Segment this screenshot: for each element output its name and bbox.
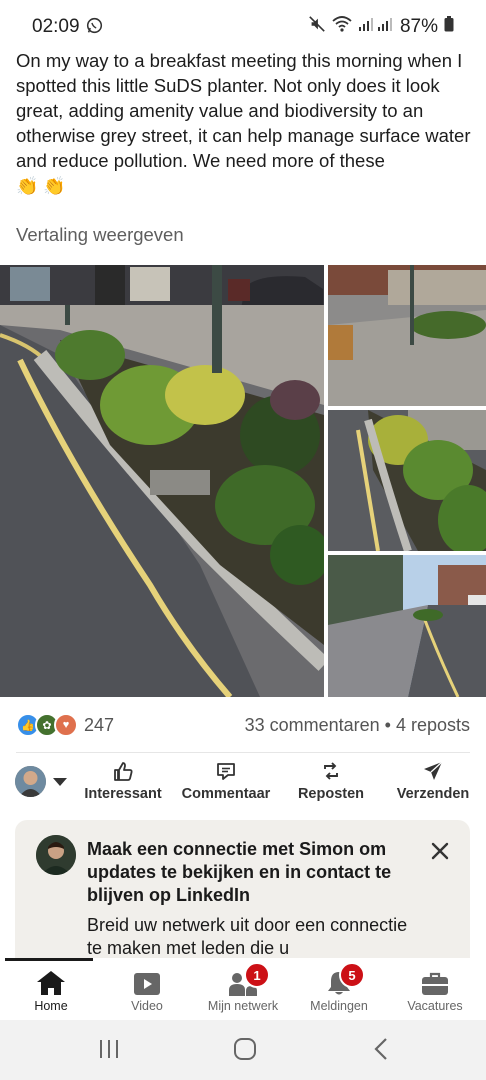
wifi-icon bbox=[332, 15, 352, 39]
comments-reposts-stats[interactable]: 33 commentaren • 4 reposts bbox=[245, 715, 470, 736]
send-button[interactable]: Verzenden bbox=[390, 760, 476, 802]
video-icon bbox=[99, 968, 195, 996]
photo-4[interactable] bbox=[328, 555, 486, 697]
like-button[interactable]: Interessant bbox=[80, 760, 166, 802]
bell-icon: 5 bbox=[291, 962, 387, 996]
like-icon bbox=[80, 760, 166, 782]
reactions-summary[interactable]: 👍 ✿ ♥ 247 bbox=[16, 713, 114, 737]
avatar[interactable] bbox=[15, 766, 46, 797]
close-icon[interactable] bbox=[429, 840, 451, 862]
clap-emoji: 👏 👏 bbox=[16, 176, 66, 196]
photo-3[interactable] bbox=[328, 410, 486, 551]
status-bar: 02:09 87% bbox=[0, 0, 486, 52]
mute-icon bbox=[308, 15, 326, 39]
battery-icon bbox=[444, 16, 454, 38]
nav-network-label: Mijn netwerk bbox=[207, 999, 279, 1013]
translate-link[interactable]: Vertaling weergeven bbox=[16, 224, 184, 246]
nav-notifications-label: Meldingen bbox=[310, 999, 368, 1013]
nav-home-label: Home bbox=[34, 999, 68, 1013]
comment-icon bbox=[176, 760, 276, 782]
post-photo-grid[interactable] bbox=[0, 265, 486, 697]
nav-jobs[interactable]: Vacatures bbox=[387, 968, 483, 1013]
status-time: 02:09 bbox=[32, 16, 80, 37]
whatsapp-icon bbox=[86, 17, 103, 39]
network-icon: 1 bbox=[195, 962, 291, 996]
briefcase-icon bbox=[387, 968, 483, 996]
nav-jobs-label: Vacatures bbox=[407, 999, 463, 1013]
battery-percent: 87% bbox=[399, 16, 438, 37]
comment-button[interactable]: Commentaar bbox=[176, 760, 276, 802]
nav-video[interactable]: Video bbox=[99, 968, 195, 1013]
home-button-icon[interactable] bbox=[233, 1037, 257, 1066]
recent-apps-icon[interactable] bbox=[98, 1038, 120, 1065]
signal-icon bbox=[358, 16, 394, 38]
notifications-badge: 5 bbox=[339, 962, 365, 988]
reaction-count: 247 bbox=[84, 714, 115, 735]
nav-network[interactable]: 1 Mijn netwerk bbox=[195, 962, 291, 1013]
post-body: On my way to a breakfast meeting this mo… bbox=[16, 50, 471, 171]
chevron-down-icon[interactable] bbox=[53, 778, 67, 786]
post-text[interactable]: On my way to a breakfast meeting this mo… bbox=[16, 48, 476, 199]
divider bbox=[16, 752, 470, 753]
connect-card-title: Maak een connectie met Simon om updates … bbox=[87, 839, 392, 905]
repost-label: Reposten bbox=[297, 786, 365, 802]
active-tab-indicator bbox=[5, 958, 93, 961]
photo-main[interactable] bbox=[0, 265, 324, 697]
nav-notifications[interactable]: 5 Meldingen bbox=[291, 962, 387, 1013]
connect-card[interactable]: Maak een connectie met Simon om updates … bbox=[15, 820, 470, 970]
nav-video-label: Video bbox=[131, 999, 163, 1013]
back-icon[interactable] bbox=[372, 1037, 392, 1066]
photo-2[interactable] bbox=[328, 265, 486, 406]
send-label: Verzenden bbox=[396, 786, 470, 802]
connect-card-description: Breid uw netwerk uit door een connectie … bbox=[87, 915, 408, 958]
network-badge: 1 bbox=[244, 962, 270, 988]
avatar[interactable] bbox=[36, 835, 76, 875]
post-actions: Interessant Commentaar Reposten Verzende… bbox=[0, 758, 486, 808]
repost-icon bbox=[288, 760, 374, 782]
system-nav-bar bbox=[0, 1020, 486, 1080]
nav-home[interactable]: Home bbox=[3, 968, 99, 1013]
send-icon bbox=[390, 760, 476, 782]
bottom-nav: Home Video 1 Mijn netwerk 5 Meldingen Va… bbox=[0, 958, 486, 1020]
home-icon bbox=[3, 968, 99, 996]
repost-button[interactable]: Reposten bbox=[288, 760, 374, 802]
comment-label: Commentaar bbox=[181, 786, 271, 802]
love-reaction-icon: ♥ bbox=[54, 713, 78, 737]
like-label: Interessant bbox=[84, 786, 162, 802]
